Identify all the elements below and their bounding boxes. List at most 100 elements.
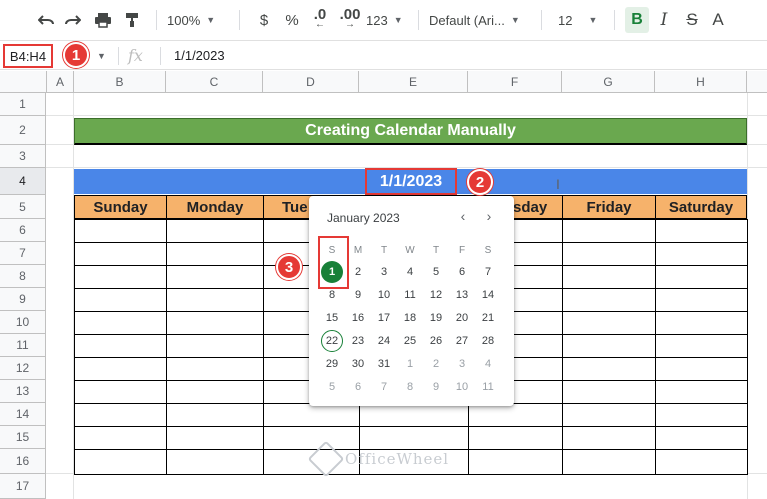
chevron-right-icon[interactable]: › bbox=[481, 208, 497, 224]
date-picker-day[interactable]: 5 bbox=[424, 261, 448, 283]
row-header[interactable]: 12 bbox=[0, 357, 46, 380]
sheet-title[interactable]: Creating Calendar Manually bbox=[74, 118, 747, 145]
date-picker-day[interactable]: 23 bbox=[346, 330, 370, 352]
percent-button[interactable]: % bbox=[278, 6, 306, 34]
date-picker-day[interactable]: 11 bbox=[398, 284, 422, 306]
date-picker-day[interactable]: 29 bbox=[320, 353, 344, 375]
date-picker-day[interactable]: 10 bbox=[372, 284, 396, 306]
row-header[interactable]: 9 bbox=[0, 288, 46, 311]
calendar-cell[interactable] bbox=[562, 449, 656, 475]
calendar-cell[interactable] bbox=[655, 449, 748, 475]
calendar-cell[interactable] bbox=[655, 311, 748, 335]
font-size-select[interactable]: 12 ▼ bbox=[552, 13, 604, 28]
date-picker-day[interactable]: 3 bbox=[450, 353, 474, 375]
date-picker-day[interactable]: 14 bbox=[476, 284, 500, 306]
calendar-cell[interactable] bbox=[166, 449, 264, 475]
redo-icon[interactable] bbox=[58, 6, 88, 34]
calendar-cell[interactable] bbox=[562, 380, 656, 404]
calendar-cell[interactable] bbox=[359, 403, 469, 427]
row-header[interactable]: 6 bbox=[0, 219, 46, 242]
calendar-cell[interactable] bbox=[655, 265, 748, 289]
column-header-c[interactable]: C bbox=[166, 71, 263, 93]
calendar-cell[interactable] bbox=[166, 334, 264, 358]
calendar-cell[interactable] bbox=[166, 380, 264, 404]
calendar-cell[interactable] bbox=[562, 334, 656, 358]
calendar-cell[interactable] bbox=[166, 311, 264, 335]
column-header-h[interactable]: H bbox=[655, 71, 747, 93]
date-picker-day[interactable]: 24 bbox=[372, 330, 396, 352]
formula-input[interactable]: 1/1/2023 bbox=[174, 48, 225, 63]
text-color-button[interactable]: A bbox=[705, 6, 731, 34]
chevron-down-icon[interactable]: ▼ bbox=[97, 51, 106, 61]
row-header[interactable]: 10 bbox=[0, 311, 46, 334]
calendar-cell[interactable] bbox=[468, 403, 563, 427]
calendar-cell[interactable] bbox=[166, 403, 264, 427]
date-picker-day[interactable]: 1 bbox=[398, 353, 422, 375]
currency-button[interactable]: $ bbox=[250, 6, 278, 34]
calendar-cell[interactable] bbox=[655, 426, 748, 450]
date-picker-day[interactable]: 21 bbox=[476, 307, 500, 329]
row-header[interactable]: 1 bbox=[0, 93, 46, 116]
date-picker-day[interactable]: 15 bbox=[320, 307, 344, 329]
calendar-cell[interactable] bbox=[655, 242, 748, 266]
date-picker-day[interactable]: 27 bbox=[450, 330, 474, 352]
calendar-cell[interactable] bbox=[562, 426, 656, 450]
calendar-cell[interactable] bbox=[562, 403, 656, 427]
date-picker-day[interactable]: 22 bbox=[321, 330, 343, 352]
row-header[interactable]: 16 bbox=[0, 449, 46, 474]
undo-icon[interactable] bbox=[34, 6, 58, 34]
date-picker-day[interactable]: 9 bbox=[424, 376, 448, 398]
column-header-f[interactable]: F bbox=[468, 71, 562, 93]
calendar-cell[interactable] bbox=[74, 403, 167, 427]
calendar-cell[interactable] bbox=[562, 265, 656, 289]
date-picker-day[interactable]: 19 bbox=[424, 307, 448, 329]
date-picker-day[interactable]: 9 bbox=[346, 284, 370, 306]
date-picker-day[interactable]: 3 bbox=[372, 261, 396, 283]
row-header[interactable]: 4 bbox=[0, 168, 46, 195]
date-picker-day[interactable]: 2 bbox=[424, 353, 448, 375]
date-picker-day[interactable]: 4 bbox=[398, 261, 422, 283]
date-picker-day[interactable]: 17 bbox=[372, 307, 396, 329]
column-header-d[interactable]: D bbox=[263, 71, 359, 93]
date-picker-day[interactable]: 11 bbox=[476, 376, 500, 398]
calendar-cell[interactable] bbox=[166, 426, 264, 450]
font-select[interactable]: Default (Ari... ▼ bbox=[429, 13, 531, 28]
calendar-cell[interactable] bbox=[655, 219, 748, 243]
date-picker-day[interactable]: 10 bbox=[450, 376, 474, 398]
calendar-cell[interactable] bbox=[562, 288, 656, 312]
row-header[interactable]: 11 bbox=[0, 334, 46, 357]
day-header-friday[interactable]: Friday bbox=[562, 195, 656, 219]
calendar-cell[interactable] bbox=[263, 403, 360, 427]
date-picker-day[interactable]: 4 bbox=[476, 353, 500, 375]
italic-button[interactable]: I bbox=[649, 6, 679, 34]
calendar-cell[interactable] bbox=[74, 288, 167, 312]
date-picker-day[interactable]: 5 bbox=[320, 376, 344, 398]
row-header[interactable]: 14 bbox=[0, 403, 46, 426]
date-picker-day[interactable]: 31 bbox=[372, 353, 396, 375]
calendar-cell[interactable] bbox=[74, 265, 167, 289]
row-header[interactable]: 3 bbox=[0, 145, 46, 168]
calendar-cell[interactable] bbox=[74, 219, 167, 243]
date-picker-day[interactable]: 25 bbox=[398, 330, 422, 352]
calendar-cell[interactable] bbox=[166, 219, 264, 243]
select-all-corner[interactable] bbox=[0, 71, 47, 93]
calendar-cell[interactable] bbox=[166, 242, 264, 266]
more-formats-select[interactable]: 123 ▼ bbox=[366, 13, 408, 28]
calendar-cell[interactable] bbox=[562, 311, 656, 335]
paint-format-icon[interactable] bbox=[118, 6, 146, 34]
calendar-cell[interactable] bbox=[468, 426, 563, 450]
column-header-g[interactable]: G bbox=[562, 71, 655, 93]
calendar-cell[interactable] bbox=[74, 334, 167, 358]
column-header-a[interactable]: A bbox=[47, 71, 74, 93]
day-header-monday[interactable]: Monday bbox=[166, 195, 264, 219]
row-header[interactable]: 5 bbox=[0, 195, 46, 219]
date-picker-day[interactable]: 7 bbox=[372, 376, 396, 398]
day-header-saturday[interactable]: Saturday bbox=[655, 195, 747, 219]
calendar-cell[interactable] bbox=[74, 449, 167, 475]
calendar-cell[interactable] bbox=[166, 288, 264, 312]
row-header[interactable]: 7 bbox=[0, 242, 46, 265]
calendar-cell[interactable] bbox=[468, 449, 563, 475]
name-box[interactable]: B4:H4 bbox=[3, 44, 53, 68]
calendar-cell[interactable] bbox=[74, 357, 167, 381]
column-header-b[interactable]: B bbox=[74, 71, 166, 93]
